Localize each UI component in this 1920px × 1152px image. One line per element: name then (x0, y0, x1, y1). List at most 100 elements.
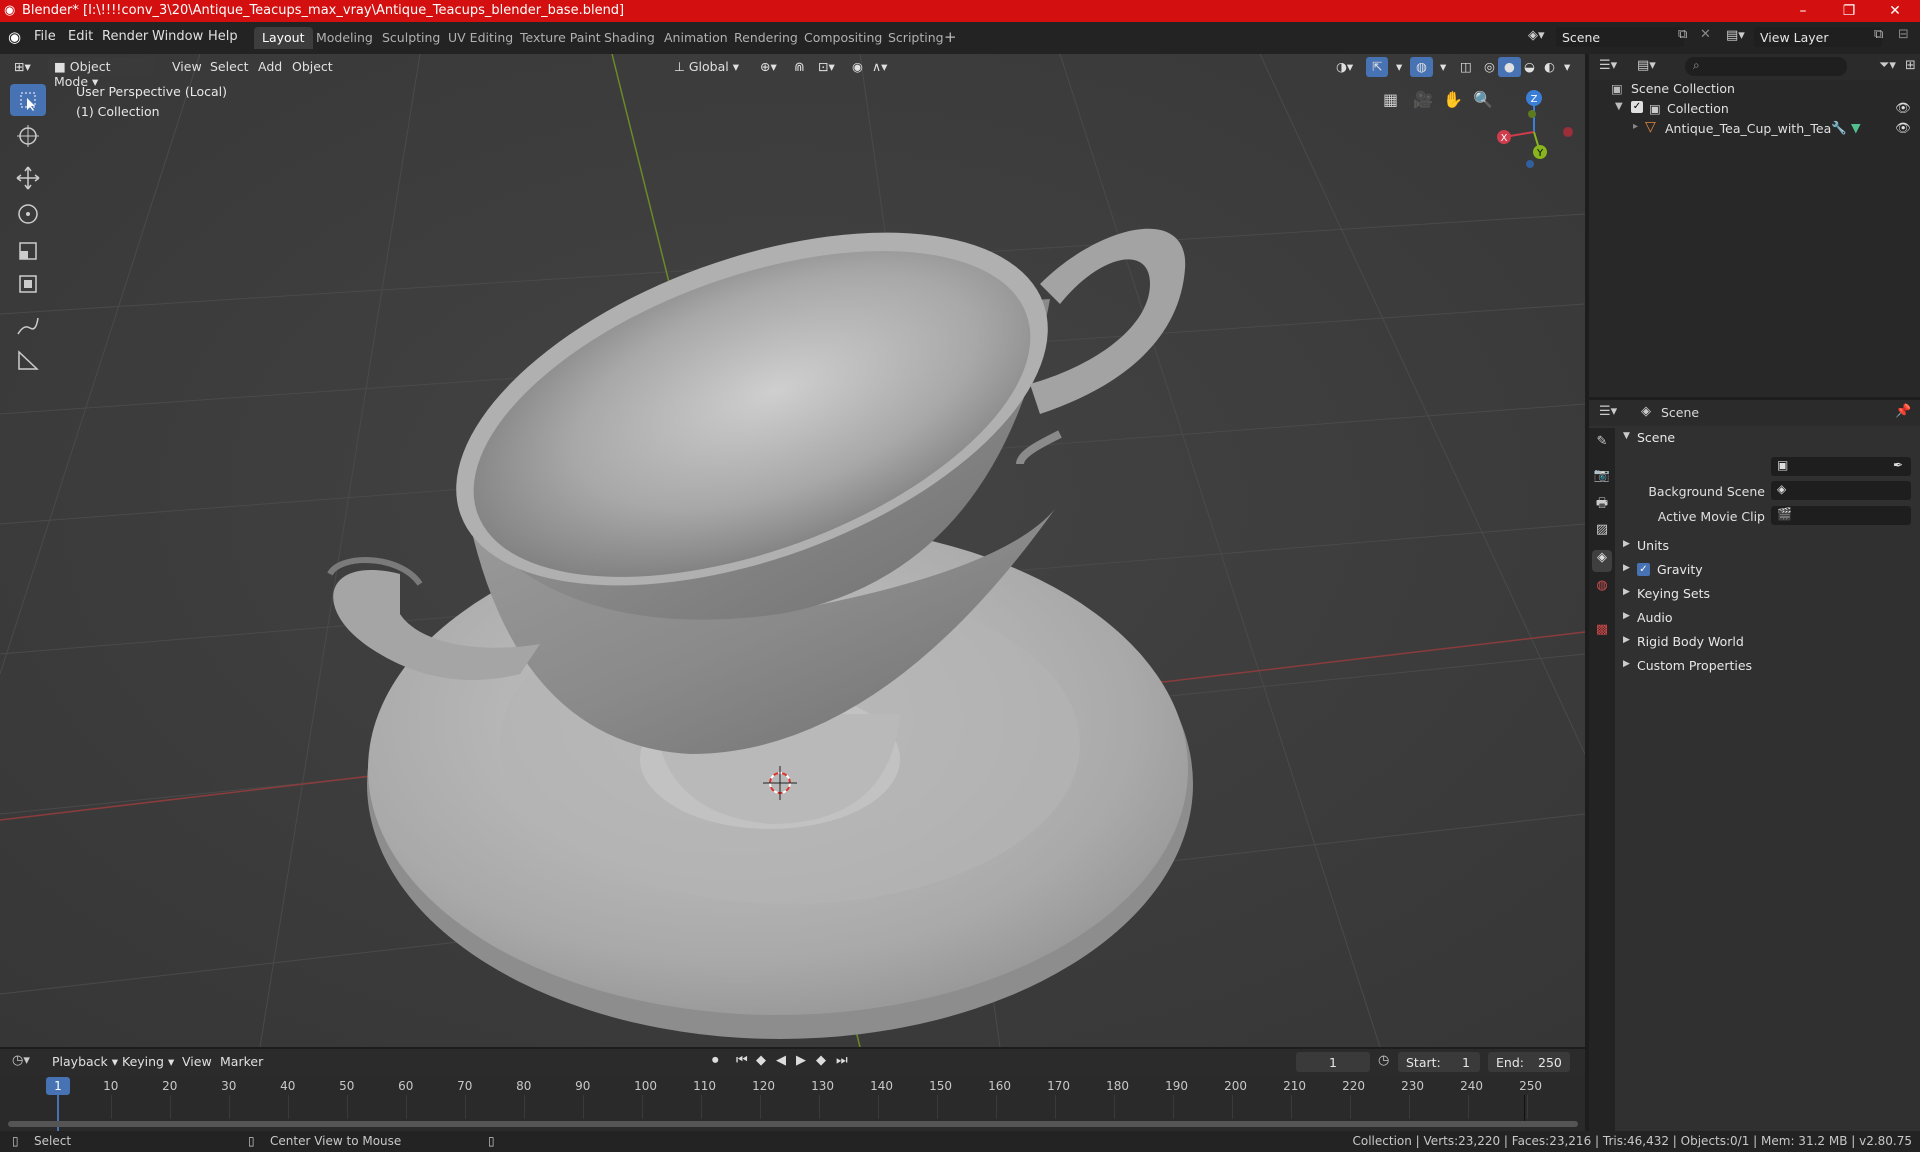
xray-toggle-icon[interactable]: ◫ (1454, 57, 1478, 77)
tab-scripting[interactable]: Scripting (880, 27, 952, 49)
record-icon[interactable]: ⏺ (712, 1053, 719, 1068)
menu-window[interactable]: Window (152, 29, 203, 44)
camera-field[interactable]: ▣ ✒ (1771, 457, 1911, 476)
menu-add[interactable]: Add (252, 57, 288, 77)
mode-selector[interactable]: ■ Object Mode ▾ (48, 57, 154, 89)
play-reverse-icon[interactable]: ◀ (776, 1053, 786, 1068)
menu-file[interactable]: File (34, 29, 56, 44)
prev-keyframe-icon[interactable]: ◆ (756, 1053, 766, 1068)
menu-select[interactable]: Select (204, 57, 255, 77)
jump-end-icon[interactable]: ⏭ (836, 1053, 848, 1068)
tab-layout[interactable]: Layout (254, 27, 313, 49)
gizmo-dropdown-icon[interactable]: ▾ (1390, 57, 1408, 77)
scene-browse-icon[interactable]: ◈▾ (1528, 28, 1545, 43)
new-view-layer-icon[interactable]: ⧉ (1874, 27, 1883, 42)
start-frame-field[interactable]: Start: 1 (1398, 1052, 1480, 1072)
scene-panel-header[interactable]: ▼ Scene (1619, 426, 1916, 450)
tab-texture-icon[interactable]: ▩ (1592, 622, 1612, 644)
rotate-tool[interactable] (10, 198, 46, 230)
outliner-editor-type-icon[interactable]: ☰▾ (1599, 58, 1617, 73)
blender-menu-icon[interactable]: ◉ (8, 28, 21, 46)
units-panel-header[interactable]: ▶ Units (1619, 534, 1916, 558)
expand-arrow-icon[interactable]: ▼ (1615, 101, 1623, 112)
gravity-checkbox[interactable]: ✓ (1637, 563, 1650, 576)
menu-object[interactable]: Object (286, 57, 339, 77)
navigation-gizmo[interactable]: Z X Y (1490, 84, 1580, 184)
snap-target-icon[interactable]: ⊡▾ (812, 57, 841, 77)
tab-sculpting[interactable]: Sculpting (374, 27, 448, 49)
pin-icon[interactable]: 📌 (1895, 404, 1911, 419)
active-movie-clip-field[interactable]: 🎬 (1771, 506, 1911, 525)
properties-editor-type-icon[interactable]: ☰▾ (1599, 404, 1617, 419)
gizmo-toggle-icon[interactable]: ⇱ (1366, 57, 1389, 77)
snap-icon[interactable]: ⋒ (788, 57, 810, 77)
tab-world-icon[interactable]: ◍ (1592, 578, 1612, 600)
tab-rendering[interactable]: Rendering (726, 27, 806, 49)
playhead-frame-indicator[interactable]: 1 (46, 1077, 70, 1095)
timeline-scrollbar[interactable] (8, 1121, 1578, 1127)
eyedropper-icon[interactable]: ✒ (1893, 458, 1903, 472)
timeline-area[interactable]: 1102030405060708090100110120130140150160… (0, 1075, 1585, 1131)
gravity-panel-header[interactable]: ▶ ✓ Gravity (1619, 558, 1916, 582)
overlays-toggle-icon[interactable]: ◍ (1410, 57, 1433, 77)
close-button[interactable]: ✕ (1872, 0, 1918, 22)
custom-properties-panel-header[interactable]: ▶ Custom Properties (1619, 654, 1916, 678)
filter-icon[interactable]: ⏷▾ (1879, 58, 1896, 73)
new-collection-icon[interactable]: ⊞ (1905, 58, 1916, 73)
delete-scene-icon[interactable]: ✕ (1700, 27, 1711, 42)
shading-dropdown-icon[interactable]: ▾ (1558, 57, 1576, 77)
scale-tool[interactable] (10, 234, 46, 266)
annotate-tool[interactable] (10, 310, 46, 342)
menu-marker[interactable]: Marker (214, 1052, 269, 1072)
maximize-button[interactable]: ❐ (1826, 0, 1872, 22)
scene-name-field[interactable]: Scene (1556, 27, 1684, 47)
tab-animation[interactable]: Animation (656, 27, 736, 49)
collection-checkbox[interactable]: ✓ (1631, 101, 1643, 113)
transform-tool[interactable] (10, 268, 46, 300)
falloff-icon[interactable]: ∧▾ (866, 57, 893, 77)
menu-view[interactable]: View (166, 57, 208, 77)
menu-playback[interactable]: Playback ▾ (46, 1052, 124, 1072)
visibility-filter-icon[interactable]: ◑▾ (1330, 57, 1359, 77)
tab-render-icon[interactable]: 📷 (1592, 468, 1612, 490)
jump-start-icon[interactable]: ⏮ (736, 1053, 748, 1068)
3d-viewport[interactable]: ⊞▾ ■ Object Mode ▾ View Select Add Objec… (0, 54, 1585, 1047)
background-scene-field[interactable]: ◈ (1771, 481, 1911, 500)
transform-orientation-selector[interactable]: ⊥ Global ▾ (668, 57, 745, 77)
select-box-tool[interactable] (10, 84, 46, 116)
menu-help[interactable]: Help (208, 29, 238, 44)
next-keyframe-icon[interactable]: ◆ (816, 1053, 826, 1068)
pan-hand-icon[interactable]: ✋ (1443, 90, 1463, 109)
menu-keying[interactable]: Keying ▾ (116, 1052, 180, 1072)
move-tool[interactable] (10, 162, 46, 194)
view-layer-browse-icon[interactable]: ▤▾ (1726, 28, 1745, 43)
tab-output-icon[interactable]: 🖶 (1592, 494, 1612, 516)
add-workspace-icon[interactable]: + (944, 28, 957, 46)
audio-panel-header[interactable]: ▶ Audio (1619, 606, 1916, 630)
overlays-dropdown-icon[interactable]: ▾ (1434, 57, 1452, 77)
menu-view[interactable]: View (176, 1052, 218, 1072)
measure-tool[interactable] (10, 344, 46, 376)
tab-view-layer-icon[interactable]: ▨ (1592, 522, 1612, 544)
outliner-row-object[interactable]: ▸ ▽ Antique_Tea_Cup_with_Tea 🔧 ▼ 👁 (1589, 118, 1920, 138)
tab-tool-icon[interactable]: ✎ (1592, 434, 1612, 456)
mesh-data-icon[interactable]: ▼ (1851, 120, 1861, 135)
outliner-row-scene-collection[interactable]: ▣ Scene Collection (1589, 78, 1920, 98)
end-frame-field[interactable]: End: 250 (1488, 1052, 1570, 1072)
view-layer-field[interactable]: View Layer (1754, 27, 1882, 47)
outliner-search-input[interactable]: ⌕ (1685, 57, 1847, 76)
keying-sets-panel-header[interactable]: ▶ Keying Sets (1619, 582, 1916, 606)
delete-view-layer-icon[interactable]: ⊟ (1898, 27, 1909, 42)
tab-compositing[interactable]: Compositing (796, 27, 890, 49)
tab-texture-paint[interactable]: Texture Paint (512, 27, 609, 49)
tab-shading[interactable]: Shading (596, 27, 663, 49)
timeline-editor-type-icon[interactable]: ◷▾ (12, 1053, 30, 1068)
menu-edit[interactable]: Edit (68, 29, 93, 44)
play-icon[interactable]: ▶ (796, 1053, 806, 1068)
cursor-tool[interactable] (10, 120, 46, 152)
tab-modeling[interactable]: Modeling (308, 27, 381, 49)
modifier-wrench-icon[interactable]: 🔧 (1831, 120, 1847, 136)
grid-view-icon[interactable]: ▦ (1383, 90, 1398, 109)
minimize-button[interactable]: – (1780, 0, 1826, 22)
current-frame-field[interactable]: 1 (1296, 1052, 1370, 1072)
